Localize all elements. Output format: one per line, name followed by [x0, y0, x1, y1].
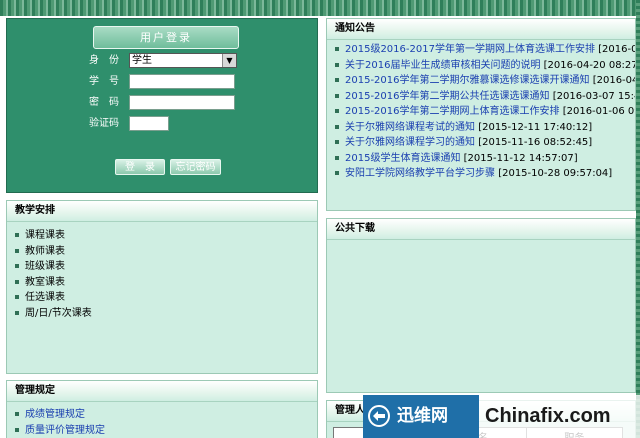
bullet-icon: [335, 124, 339, 129]
captcha-row: 验证码: [7, 115, 319, 133]
rules-item[interactable]: 成绩管理规定: [7, 407, 317, 423]
downloads-title: 公共下载: [327, 219, 635, 240]
bullet-icon: [335, 62, 339, 67]
watermark-brand: 迅维网: [363, 395, 479, 438]
rules-title: 管理规定: [7, 381, 317, 402]
bullet-icon: [15, 310, 19, 315]
bullet-icon: [15, 248, 19, 253]
notice-item[interactable]: 2015-2016学年第二学期公共任选课选课通知 [2016-03-07 15:…: [327, 89, 635, 105]
bullet-icon: [335, 155, 339, 160]
forgot-password-button[interactable]: 忘记密码: [170, 159, 221, 175]
student-id-row: 学 号: [7, 73, 319, 91]
notice-item[interactable]: 2015-2016学年第二学期尔雅慕课选修课选课开课通知 [2016-04-01: [327, 73, 635, 89]
captcha-label: 验证码: [89, 118, 119, 129]
bullet-icon: [15, 412, 19, 416]
bullet-icon: [335, 93, 339, 98]
notice-item[interactable]: 关于尔雅网络课程考试的通知 [2015-12-11 17:40:12]: [327, 120, 635, 136]
notice-item[interactable]: 2015-2016学年第二学期网上体育选课工作安排 [2016-01-06 09…: [327, 104, 635, 120]
teaching-title: 教学安排: [7, 201, 317, 222]
notice-item[interactable]: 安阳工学院网络教学平台学习步骤 [2015-10-28 09:57:04]: [327, 166, 635, 182]
bullet-icon: [15, 295, 19, 299]
notice-item[interactable]: 2015级2016-2017学年第一学期网上体育选课工作安排 [2016-06-…: [327, 42, 635, 58]
watermark-left-text: 迅维网: [397, 406, 448, 426]
notices-panel: 通知公告 2015级2016-2017学年第一学期网上体育选课工作安排 [201…: [326, 18, 636, 211]
teaching-item[interactable]: 教室课表: [7, 275, 317, 291]
bullet-icon: [15, 427, 19, 432]
teaching-item[interactable]: 班级课表: [7, 259, 317, 275]
rules-list: 成绩管理规定 质量评价管理规定: [7, 407, 317, 438]
teaching-item[interactable]: 任选课表: [7, 290, 317, 306]
identity-selected-value: 学生: [132, 55, 152, 66]
teaching-panel: 教学安排 课程课表 教师课表 班级课表 教室课表 任选课表 周/日/节次课表: [6, 200, 318, 374]
rules-panel: 管理规定 成绩管理规定 质量评价管理规定: [6, 380, 318, 438]
identity-row: 身 份 学生 ▼: [7, 52, 319, 70]
notice-item[interactable]: 关于尔雅网络课程学习的通知 [2015-11-16 08:52:45]: [327, 135, 635, 151]
identity-select[interactable]: 学生 ▼: [129, 53, 237, 68]
bullet-icon: [335, 171, 339, 175]
password-label: 密 码: [89, 97, 119, 108]
notices-list: 2015级2016-2017学年第一学期网上体育选课工作安排 [2016-06-…: [327, 42, 635, 182]
watermark-logo-icon: [368, 405, 390, 427]
captcha-input[interactable]: [129, 116, 169, 131]
bullet-icon: [335, 109, 339, 113]
notice-item[interactable]: 2015级学生体育选课通知 [2015-11-12 14:57:07]: [327, 151, 635, 167]
teaching-list: 课程课表 教师课表 班级课表 教室课表 任选课表 周/日/节次课表: [7, 228, 317, 321]
teaching-item[interactable]: 教师课表: [7, 244, 317, 260]
bullet-icon: [335, 47, 339, 51]
bullet-icon: [15, 279, 19, 284]
login-title: 用户登录: [93, 26, 239, 49]
notice-item[interactable]: 关于2016届毕业生成绩审核相关问题的说明 [2016-04-20 08:27:…: [327, 58, 635, 74]
notices-title: 通知公告: [327, 19, 635, 40]
login-button[interactable]: 登 录: [115, 159, 165, 175]
bullet-icon: [335, 140, 339, 144]
watermark: 迅维网 Chinafix.com: [363, 395, 640, 438]
watermark-right-text: Chinafix.com: [479, 395, 640, 438]
password-input[interactable]: [129, 95, 235, 110]
downloads-panel: 公共下载: [326, 218, 636, 393]
bullet-icon: [335, 78, 339, 82]
dropdown-arrow-icon[interactable]: ▼: [222, 54, 236, 67]
rules-item[interactable]: 质量评价管理规定: [7, 423, 317, 438]
teaching-item[interactable]: 周/日/节次课表: [7, 306, 317, 322]
student-id-label: 学 号: [89, 76, 119, 87]
identity-label: 身 份: [89, 55, 119, 66]
bullet-icon: [15, 233, 19, 237]
right-decorative-border: [636, 0, 640, 438]
top-decorative-border: [0, 0, 640, 16]
teaching-item[interactable]: 课程课表: [7, 228, 317, 244]
bullet-icon: [15, 264, 19, 268]
login-panel: 用户登录 身 份 学生 ▼ 学 号 密 码 验证码 登 录 忘记密码: [6, 18, 318, 193]
password-row: 密 码: [7, 94, 319, 112]
student-id-input[interactable]: [129, 74, 235, 89]
